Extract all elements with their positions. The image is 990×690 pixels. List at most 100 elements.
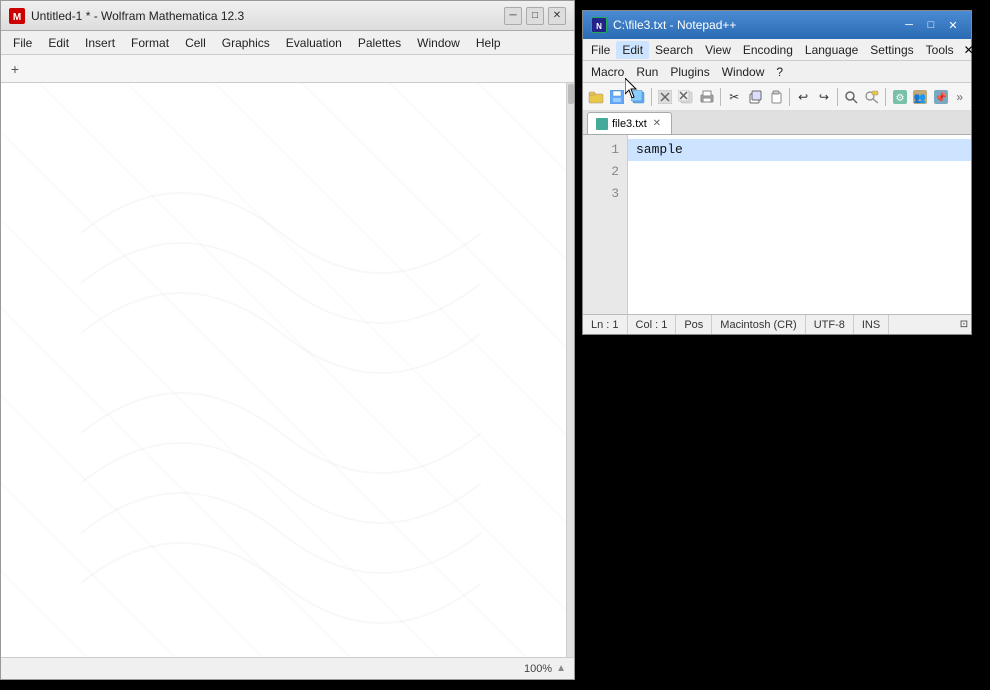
- npp-close-btn[interactable]: ✕: [943, 16, 963, 34]
- npp-btn-save[interactable]: [608, 86, 627, 108]
- add-cell-button[interactable]: +: [5, 60, 25, 78]
- svg-text:M: M: [13, 12, 21, 23]
- npp-status-bar: Ln : 1 Col : 1 Pos Macintosh (CR) UTF-8 …: [583, 314, 971, 334]
- npp-close-x[interactable]: ✕: [960, 43, 978, 57]
- math-menu-palettes[interactable]: Palettes: [350, 34, 409, 52]
- mathematica-toolbar: +: [1, 55, 574, 83]
- npp-separator-1: [651, 88, 652, 106]
- npp-btn-cut[interactable]: ✂: [725, 86, 744, 108]
- npp-title-bar: N C:\file3.txt - Notepad++ ─ □ ✕: [583, 11, 971, 39]
- npp-status-encoding-text: UTF-8: [814, 319, 845, 331]
- npp-status-ln-text: Ln : 1: [591, 319, 619, 331]
- npp-code-area[interactable]: sample: [628, 135, 971, 314]
- npp-title: C:\file3.txt - Notepad++: [613, 18, 899, 32]
- mathematica-window: M Untitled-1 * - Wolfram Mathematica 12.…: [0, 0, 575, 680]
- npp-tab-bar: file3.txt ✕: [583, 111, 971, 135]
- npp-menu-macro[interactable]: Macro: [585, 63, 630, 81]
- npp-separator-2: [720, 88, 721, 106]
- math-menu-edit[interactable]: Edit: [40, 34, 77, 52]
- npp-tab-label: file3.txt: [612, 118, 647, 130]
- npp-btn-undo[interactable]: ↩: [794, 86, 813, 108]
- mathematica-icon: M: [9, 8, 25, 24]
- npp-btn-close-all[interactable]: [677, 86, 696, 108]
- npp-maximize-btn[interactable]: □: [921, 16, 941, 34]
- npp-separator-3: [789, 88, 790, 106]
- npp-btn-close[interactable]: [656, 86, 675, 108]
- npp-status-col-text: Col : 1: [636, 319, 668, 331]
- mathematica-title: Untitled-1 * - Wolfram Mathematica 12.3: [31, 9, 504, 23]
- npp-window-controls: ─ □ ✕: [899, 16, 963, 34]
- npp-btn-find-files[interactable]: [863, 86, 882, 108]
- npp-status-eol: Macintosh (CR): [712, 315, 805, 334]
- npp-app-icon: N: [591, 17, 607, 33]
- math-menu-cell[interactable]: Cell: [177, 34, 214, 52]
- npp-menu-edit[interactable]: Edit: [616, 41, 649, 59]
- npp-tab-file3[interactable]: file3.txt ✕: [587, 112, 672, 134]
- npp-tab-file-icon: [596, 118, 608, 130]
- npp-btn-redo[interactable]: ↪: [815, 86, 834, 108]
- npp-btn-zoom-in[interactable]: ⚙: [890, 86, 909, 108]
- npp-separator-4: [837, 88, 838, 106]
- npp-line-num-2: 2: [583, 161, 627, 183]
- mathematica-zoom: 100%: [524, 663, 552, 675]
- npp-status-eol-text: Macintosh (CR): [720, 319, 796, 331]
- npp-btn-print[interactable]: [697, 86, 716, 108]
- npp-menu-window[interactable]: Window: [716, 63, 771, 81]
- npp-btn-sync[interactable]: 📌: [932, 86, 951, 108]
- svg-text:N: N: [596, 22, 602, 31]
- zoom-up-arrow[interactable]: ▲: [556, 663, 566, 674]
- npp-toolbar: ✂ ↩ ↪ ⚙ 👥 📌 »: [583, 83, 971, 111]
- npp-editor-area[interactable]: 1 2 3 sample: [583, 135, 971, 314]
- npp-status-col: Col : 1: [628, 315, 677, 334]
- npp-status-resize-btn[interactable]: ⊡: [957, 318, 971, 332]
- npp-menu-language[interactable]: Language: [799, 41, 864, 59]
- npp-line-num-3: 3: [583, 183, 627, 205]
- mathematica-content[interactable]: [1, 83, 574, 657]
- cell-bracket-area: [552, 83, 566, 657]
- npp-menu-plugins[interactable]: Plugins: [664, 63, 715, 81]
- npp-menu-row2: Macro Run Plugins Window ?: [583, 61, 971, 83]
- mathematica-title-bar: M Untitled-1 * - Wolfram Mathematica 12.…: [1, 1, 574, 31]
- npp-menu-tools[interactable]: Tools: [920, 41, 960, 59]
- math-menu-help[interactable]: Help: [468, 34, 509, 52]
- npp-status-encoding: UTF-8: [806, 315, 854, 334]
- math-menu-insert[interactable]: Insert: [77, 34, 123, 52]
- math-vscroll-thumb[interactable]: [568, 84, 574, 104]
- npp-status-ln: Ln : 1: [583, 315, 628, 334]
- mathematica-maximize-btn[interactable]: □: [526, 7, 544, 25]
- npp-toolbar-expander[interactable]: »: [952, 90, 967, 104]
- npp-line-numbers: 1 2 3: [583, 135, 628, 314]
- npp-btn-copy[interactable]: [746, 86, 765, 108]
- npp-menu-run[interactable]: Run: [630, 63, 664, 81]
- npp-menu-question[interactable]: ?: [770, 63, 789, 81]
- npp-menu-row1: File Edit Search View Encoding Language …: [583, 39, 971, 61]
- math-vscrollbar[interactable]: [566, 83, 574, 657]
- mathematica-minimize-btn[interactable]: ─: [504, 7, 522, 25]
- npp-status-pos-text: Pos: [684, 319, 703, 331]
- mathematica-menu-bar: File Edit Insert Format Cell Graphics Ev…: [1, 31, 574, 55]
- math-menu-format[interactable]: Format: [123, 34, 177, 52]
- npp-minimize-btn[interactable]: ─: [899, 16, 919, 34]
- math-menu-evaluation[interactable]: Evaluation: [278, 34, 350, 52]
- npp-tab-close-btn[interactable]: ✕: [651, 118, 663, 130]
- mathematica-close-btn[interactable]: ✕: [548, 7, 566, 25]
- math-menu-window[interactable]: Window: [409, 34, 468, 52]
- npp-menu-search[interactable]: Search: [649, 41, 699, 59]
- npp-status-ins: INS: [854, 315, 889, 334]
- npp-btn-open[interactable]: [587, 86, 606, 108]
- notepad-window: N C:\file3.txt - Notepad++ ─ □ ✕ File Ed…: [582, 10, 972, 335]
- math-menu-graphics[interactable]: Graphics: [214, 34, 278, 52]
- mathematica-status-bar: 100% ▲: [1, 657, 574, 679]
- npp-menu-file[interactable]: File: [585, 41, 616, 59]
- svg-text:⚙: ⚙: [895, 93, 904, 104]
- npp-menu-view[interactable]: View: [699, 41, 737, 59]
- npp-btn-zoom-out[interactable]: 👥: [911, 86, 930, 108]
- npp-btn-paste[interactable]: [766, 86, 785, 108]
- npp-btn-find[interactable]: [842, 86, 861, 108]
- npp-code-line-1: sample: [628, 139, 971, 161]
- npp-menu-encoding[interactable]: Encoding: [737, 41, 799, 59]
- npp-menu-settings[interactable]: Settings: [864, 41, 919, 59]
- math-menu-file[interactable]: File: [5, 34, 40, 52]
- math-background-svg: [31, 133, 531, 657]
- npp-btn-save-all[interactable]: [628, 86, 647, 108]
